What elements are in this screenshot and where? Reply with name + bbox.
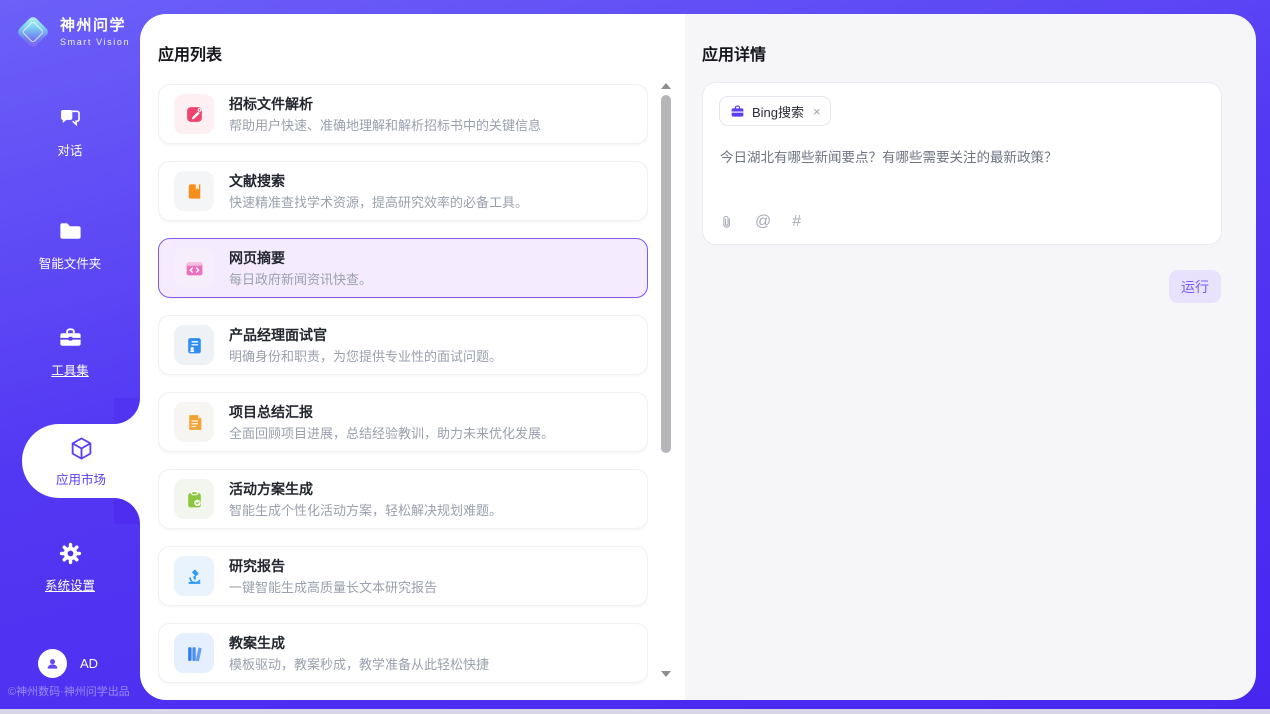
avatar: [38, 649, 67, 678]
app-card-title: 研究报告: [229, 559, 437, 573]
sidebar-item-label: 应用市场: [56, 469, 106, 488]
app-card-description: 明确身份和职责，为您提供专业性的面试问题。: [229, 350, 502, 363]
app-window: 神州问学 Smart Vision 对话智能文件夹工具集应用市场系统设置 AD …: [0, 0, 1270, 714]
brand-diamond-icon: [16, 15, 50, 49]
brand-name: 神州问学: [60, 17, 130, 34]
app-card-title: 文献搜索: [229, 174, 528, 188]
sidebar-item-chat[interactable]: 对话: [0, 105, 140, 159]
prompt-input[interactable]: Bing搜索 × 今日湖北有哪些新闻要点？有哪些需要关注的最新政策？ @ #: [702, 82, 1222, 245]
hash-icon[interactable]: #: [792, 213, 801, 231]
document-edit-icon: [174, 94, 214, 134]
user-account[interactable]: AD: [38, 649, 98, 678]
scroll-up-arrow-icon[interactable]: [661, 83, 671, 89]
tool-tag-label: Bing搜索: [752, 102, 804, 121]
mention-icon[interactable]: @: [755, 213, 771, 231]
gear-icon: [57, 540, 84, 567]
note-icon: [174, 402, 214, 442]
app-card-title: 项目总结汇报: [229, 405, 554, 419]
book-icon: [174, 171, 214, 211]
sidebar-item-system-settings[interactable]: 系统设置: [0, 540, 140, 594]
brand-logo: 神州问学 Smart Vision: [15, 14, 130, 50]
active-tab-curve-bottom: [114, 498, 140, 524]
app-card-literature-search[interactable]: 文献搜索快速精准查找学术资源，提高研究效率的必备工具。: [158, 161, 648, 221]
tool-tag-bing-search[interactable]: Bing搜索 ×: [719, 96, 831, 126]
app-card-title: 活动方案生成: [229, 482, 502, 496]
active-tab-curve-top: [114, 398, 140, 424]
run-button[interactable]: 运行: [1169, 270, 1221, 303]
resume-icon: [174, 325, 214, 365]
sidebar-item-label: 对话: [57, 140, 82, 159]
person-icon: [44, 655, 61, 672]
app-card-pm-interviewer[interactable]: 产品经理面试官明确身份和职责，为您提供专业性的面试问题。: [158, 315, 648, 375]
sidebar: 神州问学 Smart Vision 对话智能文件夹工具集应用市场系统设置 AD …: [0, 0, 140, 714]
prompt-text[interactable]: 今日湖北有哪些新闻要点？有哪些需要关注的最新政策？: [720, 146, 1207, 166]
app-card-tender-analysis[interactable]: 招标文件解析帮助用户快速、准确地理解和解析招标书中的关键信息: [158, 84, 648, 144]
microscope-icon: [174, 556, 214, 596]
app-card-description: 全面回顾项目进展，总结经验教训，助力未来优化发展。: [229, 427, 554, 440]
clipboard-check-icon: [174, 479, 214, 519]
app-card-lesson-plan[interactable]: 教案生成模板驱动，教案秒成，教学准备从此轻松快捷: [158, 623, 648, 683]
app-card-description: 每日政府新闻资讯快查。: [229, 273, 372, 286]
scroll-down-arrow-icon[interactable]: [661, 671, 671, 677]
brand-subtitle: Smart Vision: [60, 37, 130, 47]
sidebar-item-label: 系统设置: [45, 575, 95, 594]
app-card-title: 教案生成: [229, 636, 489, 650]
sidebar-item-label: 工具集: [51, 360, 89, 379]
app-card-research-report[interactable]: 研究报告一键智能生成高质量长文本研究报告: [158, 546, 648, 606]
app-card-description: 帮助用户快速、准确地理解和解析招标书中的关键信息: [229, 119, 541, 132]
composer-toolbar: @ #: [720, 213, 801, 231]
app-detail-panel: 应用详情 Bing搜索 × 今日湖北有哪些新闻要点？有哪些需要关注的最新政策？ …: [685, 14, 1256, 700]
copyright-text: ©神州数码·神州问学出品: [8, 683, 130, 699]
folder-icon: [57, 218, 84, 245]
app-detail-title: 应用详情: [702, 41, 766, 65]
books-icon: [174, 633, 214, 673]
paperclip-icon[interactable]: [720, 213, 734, 231]
app-card-web-summary[interactable]: 网页摘要每日政府新闻资讯快查。: [158, 238, 648, 298]
app-card-project-summary[interactable]: 项目总结汇报全面回顾项目进展，总结经验教训，助力未来优化发展。: [158, 392, 648, 452]
sidebar-item-label: 智能文件夹: [39, 253, 102, 272]
tag-close-icon[interactable]: ×: [813, 104, 821, 119]
app-card-title: 产品经理面试官: [229, 328, 502, 342]
app-card-description: 一键智能生成高质量长文本研究报告: [229, 581, 437, 594]
sidebar-item-smart-folder[interactable]: 智能文件夹: [0, 218, 140, 272]
scrollbar: [661, 83, 671, 677]
sidebar-item-app-market[interactable]: 应用市场: [22, 424, 140, 498]
app-list-title: 应用列表: [158, 41, 222, 65]
briefcase-icon: [730, 104, 745, 119]
chat-icon: [57, 105, 84, 132]
app-card-description: 模板驱动，教案秒成，教学准备从此轻松快捷: [229, 658, 489, 671]
cube-icon: [68, 435, 95, 462]
sidebar-item-toolset[interactable]: 工具集: [0, 325, 140, 379]
app-card-event-plan[interactable]: 活动方案生成智能生成个性化活动方案，轻松解决规划难题。: [158, 469, 648, 529]
toolbox-icon: [57, 325, 84, 352]
app-card-description: 快速精准查找学术资源，提高研究效率的必备工具。: [229, 196, 528, 209]
scrollbar-thumb[interactable]: [661, 95, 671, 453]
app-list-panel: 应用列表 招标文件解析帮助用户快速、准确地理解和解析招标书中的关键信息文献搜索快…: [140, 14, 685, 700]
user-initials: AD: [80, 656, 98, 671]
app-card-title: 网页摘要: [229, 251, 372, 265]
main-content: 应用列表 招标文件解析帮助用户快速、准确地理解和解析招标书中的关键信息文献搜索快…: [140, 14, 1256, 700]
browser-code-icon: [174, 248, 214, 288]
app-card-title: 招标文件解析: [229, 97, 541, 111]
app-card-description: 智能生成个性化活动方案，轻松解决规划难题。: [229, 504, 502, 517]
app-list: 招标文件解析帮助用户快速、准确地理解和解析招标书中的关键信息文献搜索快速精准查找…: [158, 84, 648, 700]
